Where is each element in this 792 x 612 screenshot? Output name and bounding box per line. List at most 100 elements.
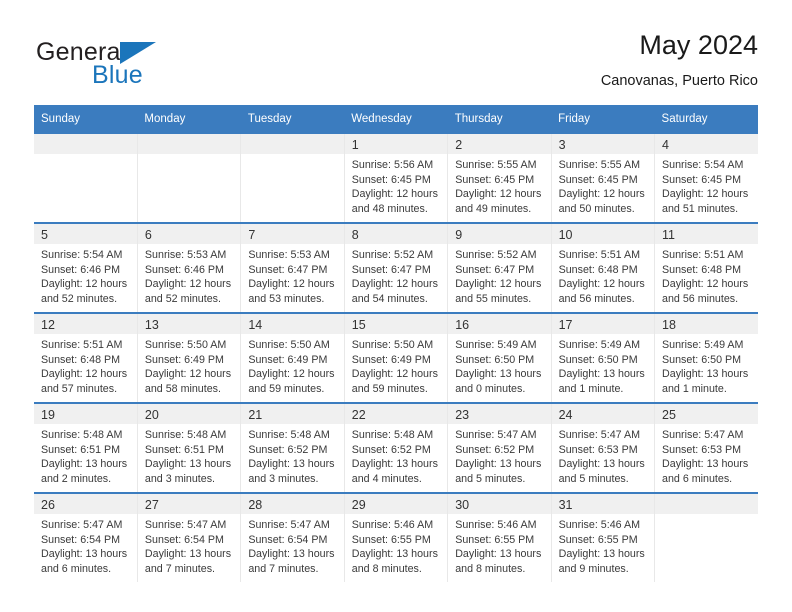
daylight-text-line1: Daylight: 12 hours [41, 368, 128, 381]
calendar-day-cell[interactable]: 20 Sunrise: 5:48 AM Sunset: 6:51 PM Dayligh… [137, 402, 242, 493]
calendar-day-cell[interactable]: 12 Sunrise: 5:51 AM Sunset: 6:48 PM Dayligh… [34, 312, 138, 403]
daylight-text-line1: Daylight: 13 hours [351, 548, 438, 561]
calendar-day-cell[interactable]: 24 Sunrise: 5:47 AM Sunset: 6:53 PM Dayligh… [551, 402, 656, 493]
calendar-day-cell[interactable]: 17 Sunrise: 5:49 AM Sunset: 6:50 PM Dayligh… [551, 312, 656, 403]
sunset-text: Sunset: 6:51 PM [41, 443, 121, 456]
sunset-text: Sunset: 6:53 PM [558, 443, 638, 456]
day-number-band: 29 [344, 494, 448, 514]
calendar-day-cell[interactable]: 4 Sunrise: 5:54 AM Sunset: 6:45 PM Daylight… [654, 132, 758, 223]
calendar-day-cell[interactable]: 6 Sunrise: 5:53 AM Sunset: 6:46 PM Daylight… [137, 222, 242, 313]
calendar-day-cell[interactable]: 21 Sunrise: 5:48 AM Sunset: 6:52 PM Dayligh… [240, 402, 345, 493]
weekday-header-row: Sunday Monday Tuesday Wednesday Thursday Frid… [34, 105, 758, 133]
weekday-header-monday: Monday [137, 105, 241, 133]
day-number: 8 [351, 228, 359, 242]
calendar-day-cell[interactable]: 10 Sunrise: 5:51 AM Sunset: 6:48 PM Dayligh… [551, 222, 656, 313]
calendar-day-cell[interactable]: 26 Sunrise: 5:47 AM Sunset: 6:54 PM Dayligh… [34, 492, 138, 582]
calendar-day-cell[interactable]: 28 Sunrise: 5:47 AM Sunset: 6:54 PM Dayligh… [240, 492, 345, 582]
sunset-text: Sunset: 6:50 PM [662, 353, 742, 366]
sunrise-text: Sunrise: 5:47 AM [41, 519, 123, 531]
day-number: 18 [662, 318, 676, 332]
sunrise-text: Sunrise: 5:51 AM [41, 339, 123, 351]
calendar-week-row: 12 Sunrise: 5:51 AM Sunset: 6:48 PM Dayligh… [34, 312, 758, 403]
day-number: 9 [455, 228, 463, 242]
day-number-band: 28 [241, 494, 344, 514]
sunset-text: Sunset: 6:46 PM [41, 263, 121, 276]
day-cell-details: Sunrise: 5:55 AM Sunset: 6:45 PM Daylight:… [448, 154, 550, 216]
day-number: 13 [144, 318, 159, 332]
day-cell-details: Sunrise: 5:51 AM Sunset: 6:48 PM Daylight:… [655, 244, 758, 306]
calendar-day-cell[interactable]: 29 Sunrise: 5:46 AM Sunset: 6:55 PM Dayligh… [344, 492, 449, 582]
sunset-text: Sunset: 6:47 PM [248, 263, 328, 276]
calendar-day-cell[interactable]: 25 Sunrise: 5:47 AM Sunset: 6:53 PM Dayligh… [654, 402, 758, 493]
day-number-band: 27 [137, 494, 241, 514]
calendar-day-cell[interactable]: 8 Sunrise: 5:52 AM Sunset: 6:47 PM Daylight… [344, 222, 449, 313]
daylight-text-line1: Daylight: 12 hours [144, 278, 232, 291]
sunrise-text: Sunrise: 5:49 AM [455, 339, 537, 351]
calendar-day-cell[interactable]: 1 Sunrise: 5:56 AM Sunset: 6:45 PM Daylight… [344, 132, 449, 223]
day-number: 19 [41, 408, 55, 422]
calendar-body: 1 Sunrise: 5:56 AM Sunset: 6:45 PM Daylight… [34, 132, 758, 582]
daylight-text-line1: Daylight: 12 hours [558, 188, 645, 201]
day-number: 16 [455, 318, 470, 332]
brand-word-blue: Blue [92, 61, 143, 89]
day-number: 3 [558, 138, 566, 152]
sunrise-text: Sunrise: 5:47 AM [455, 429, 537, 441]
day-number: 6 [144, 228, 152, 242]
daylight-text-line1: Daylight: 12 hours [144, 368, 232, 381]
sunset-text: Sunset: 6:45 PM [455, 173, 535, 186]
calendar-day-cell[interactable]: 7 Sunrise: 5:53 AM Sunset: 6:47 PM Daylight… [240, 222, 345, 313]
day-number: 4 [662, 138, 669, 152]
daylight-text-line2: and 56 minutes. [558, 292, 635, 305]
calendar-day-cell-empty [137, 132, 242, 223]
brand-logo[interactable]: General Blue [34, 28, 294, 90]
daylight-text-line1: Daylight: 12 hours [558, 278, 645, 291]
calendar-week-row: 1 Sunrise: 5:56 AM Sunset: 6:45 PM Daylight… [34, 132, 758, 223]
calendar-day-cell[interactable]: 14 Sunrise: 5:50 AM Sunset: 6:49 PM Dayligh… [240, 312, 345, 403]
daylight-text-line2: and 58 minutes. [144, 382, 221, 395]
calendar-day-cell[interactable]: 15 Sunrise: 5:50 AM Sunset: 6:49 PM Dayligh… [344, 312, 449, 403]
sunset-text: Sunset: 6:55 PM [351, 533, 431, 546]
daylight-text-line1: Daylight: 13 hours [248, 458, 335, 471]
calendar-day-cell[interactable]: 30 Sunrise: 5:46 AM Sunset: 6:55 PM Dayligh… [447, 492, 552, 582]
sunrise-text: Sunrise: 5:49 AM [662, 339, 744, 351]
day-number-band [34, 134, 137, 154]
calendar-day-cell-empty [654, 492, 758, 582]
day-cell-details: Sunrise: 5:55 AM Sunset: 6:45 PM Daylight:… [552, 154, 654, 216]
calendar-day-cell[interactable]: 18 Sunrise: 5:49 AM Sunset: 6:50 PM Dayligh… [654, 312, 758, 403]
calendar-day-cell[interactable]: 3 Sunrise: 5:55 AM Sunset: 6:45 PM Daylight… [551, 132, 656, 223]
sunset-text: Sunset: 6:53 PM [662, 443, 742, 456]
day-number-band: 19 [34, 404, 137, 424]
calendar-day-cell-empty [34, 132, 138, 223]
sunrise-text: Sunrise: 5:53 AM [144, 249, 227, 261]
calendar-week-row: 5 Sunrise: 5:54 AM Sunset: 6:46 PM Daylight… [34, 222, 758, 313]
calendar-day-cell[interactable]: 27 Sunrise: 5:47 AM Sunset: 6:54 PM Dayligh… [137, 492, 242, 582]
calendar-day-cell[interactable]: 13 Sunrise: 5:50 AM Sunset: 6:49 PM Dayligh… [137, 312, 242, 403]
day-number-band: 12 [34, 314, 137, 334]
sunset-text: Sunset: 6:47 PM [351, 263, 431, 276]
sunrise-text: Sunrise: 5:47 AM [558, 429, 640, 441]
calendar-day-cell[interactable]: 16 Sunrise: 5:49 AM Sunset: 6:50 PM Dayligh… [447, 312, 552, 403]
calendar-day-cell[interactable]: 5 Sunrise: 5:54 AM Sunset: 6:46 PM Daylight… [34, 222, 138, 313]
calendar-day-cell[interactable]: 9 Sunrise: 5:52 AM Sunset: 6:47 PM Daylight… [447, 222, 552, 313]
daylight-text-line2: and 2 minutes. [41, 472, 112, 485]
calendar-day-cell[interactable]: 22 Sunrise: 5:48 AM Sunset: 6:52 PM Dayligh… [344, 402, 449, 493]
day-number-band: 31 [551, 494, 655, 514]
daylight-text-line1: Daylight: 13 hours [144, 548, 232, 561]
title-block: May 2024 Canovanas, Puerto Rico [601, 28, 758, 91]
day-number-band: 30 [448, 494, 551, 514]
day-cell-details: Sunrise: 5:47 AM Sunset: 6:54 PM Daylight:… [241, 514, 343, 576]
day-number: 29 [351, 498, 366, 512]
day-cell-details: Sunrise: 5:47 AM Sunset: 6:54 PM Daylight:… [34, 514, 137, 576]
calendar-day-cell[interactable]: 11 Sunrise: 5:51 AM Sunset: 6:48 PM Dayligh… [654, 222, 758, 313]
day-number-band [655, 494, 758, 514]
calendar-day-cell[interactable]: 31 Sunrise: 5:46 AM Sunset: 6:55 PM Dayligh… [551, 492, 656, 582]
sunset-text: Sunset: 6:48 PM [662, 263, 742, 276]
calendar-day-cell[interactable]: 23 Sunrise: 5:47 AM Sunset: 6:52 PM Dayligh… [447, 402, 552, 493]
weekday-header-thursday: Thursday [447, 105, 552, 133]
day-number-band: 23 [448, 404, 551, 424]
calendar-day-cell[interactable]: 2 Sunrise: 5:55 AM Sunset: 6:45 PM Daylight… [447, 132, 552, 223]
day-number: 15 [351, 318, 366, 332]
daylight-text-line2: and 54 minutes. [351, 292, 428, 305]
calendar-day-cell[interactable]: 19 Sunrise: 5:48 AM Sunset: 6:51 PM Dayligh… [34, 402, 138, 493]
day-cell-details: Sunrise: 5:50 AM Sunset: 6:49 PM Daylight:… [345, 334, 447, 396]
